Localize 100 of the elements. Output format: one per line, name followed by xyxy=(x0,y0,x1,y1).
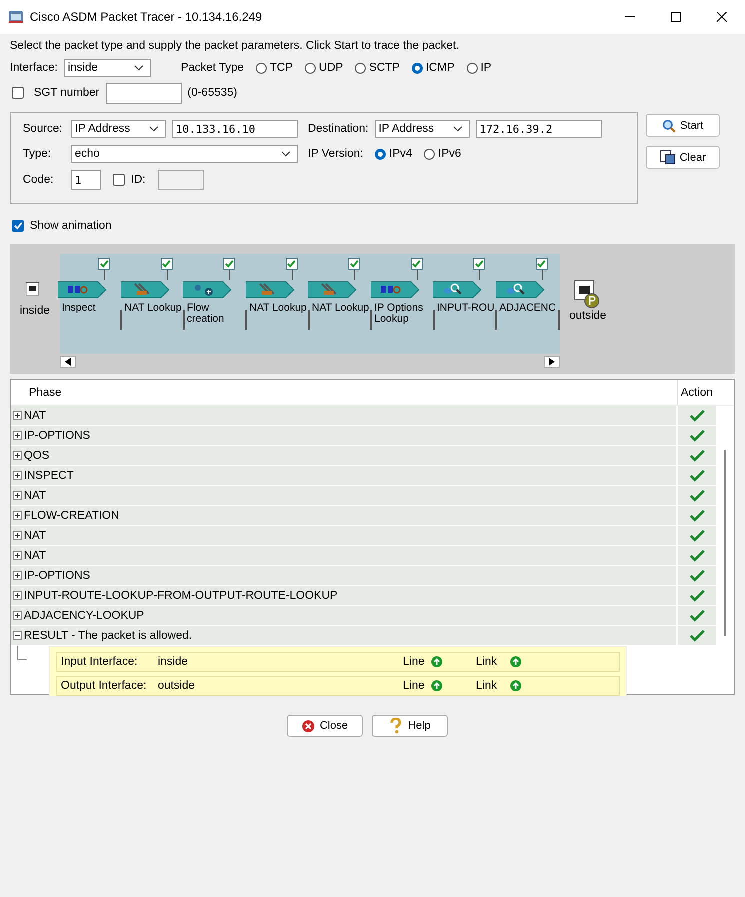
id-input-field[interactable] xyxy=(158,170,204,190)
radio-button[interactable] xyxy=(466,62,478,74)
close-icon xyxy=(717,12,727,22)
expand-icon[interactable] xyxy=(13,591,22,600)
stage-icon xyxy=(496,280,546,300)
phase-label: FLOW-CREATION xyxy=(24,510,120,522)
maximize-icon xyxy=(671,12,681,22)
stage-checkbox[interactable] xyxy=(286,258,298,270)
radio-label: IP xyxy=(480,62,492,74)
interface-dropdown[interactable]: inside xyxy=(64,59,151,77)
stage-checkbox[interactable] xyxy=(410,258,422,270)
link-label: Link xyxy=(476,656,498,668)
stage-label: NAT Lookup xyxy=(248,303,308,316)
field-label: Interface: xyxy=(10,62,58,74)
stage-label: NAT Lookup xyxy=(311,303,370,316)
phase-label: INPUT-ROUTE-LOOKUP-FROM-OUTPUT-ROUTE-LOOKUP xyxy=(24,590,338,602)
field-label: IP Version: xyxy=(308,148,364,160)
field-label: Code: xyxy=(23,174,55,186)
phase-label: NAT xyxy=(24,490,46,502)
phase-label: NAT xyxy=(24,410,46,422)
radio-button[interactable] xyxy=(305,62,316,74)
radio-label: IPv6 xyxy=(438,148,462,160)
column-header: Action xyxy=(680,386,714,398)
window-title: Cisco ASDM Packet Tracer - 10.134.16.249 xyxy=(30,10,264,24)
expand-icon[interactable] xyxy=(13,531,22,540)
dropdown-caret-icon xyxy=(452,126,463,132)
phase-label: IP-OPTIONS xyxy=(24,570,90,582)
destination-type-dropdown[interactable]: IP Address xyxy=(374,120,470,138)
phase-label: NAT xyxy=(24,530,46,542)
network-port-badge-icon xyxy=(574,280,602,310)
stage-label: ADJACENC xyxy=(498,303,558,316)
field-label: Type: xyxy=(23,148,52,160)
collapse-icon[interactable] xyxy=(13,631,22,640)
stage-icon xyxy=(433,280,483,300)
stage-checkbox[interactable] xyxy=(223,258,235,270)
scroll-right-button[interactable] xyxy=(544,356,560,368)
expand-icon[interactable] xyxy=(13,451,22,460)
expand-icon[interactable] xyxy=(13,511,22,520)
radio-label: UDP xyxy=(319,62,344,74)
column-header: Phase xyxy=(29,386,62,398)
stage-icon xyxy=(120,280,170,300)
stage-label: NAT Lookup xyxy=(124,303,183,316)
detail-label: Output Interface: xyxy=(61,680,148,692)
stage-checkbox[interactable] xyxy=(473,258,485,270)
checkbox[interactable] xyxy=(12,87,24,99)
stage-checkbox[interactable] xyxy=(98,258,110,270)
expand-icon[interactable] xyxy=(13,471,22,480)
stage-icon xyxy=(58,280,108,300)
phase-label: ADJACENCY-LOOKUP xyxy=(24,610,144,622)
stage-checkbox[interactable] xyxy=(536,258,548,270)
radio-label: SCTP xyxy=(369,62,400,74)
stage-icon xyxy=(246,280,296,300)
field-label: Destination: xyxy=(308,123,369,135)
phase-label: INSPECT xyxy=(24,470,74,482)
phase-label: NAT xyxy=(24,550,46,562)
help-button[interactable]: Help xyxy=(372,715,448,737)
checkbox[interactable] xyxy=(12,220,24,232)
radio-button[interactable] xyxy=(355,62,366,74)
field-label: ID: xyxy=(131,174,146,186)
field-label: SGT number xyxy=(34,87,100,99)
interface-label: outside xyxy=(569,310,607,322)
app-icon xyxy=(8,9,24,25)
radio-button[interactable] xyxy=(375,148,386,160)
clear-button[interactable]: Clear xyxy=(646,146,720,169)
range-hint: (0-65535) xyxy=(188,87,238,99)
dropdown-caret-icon xyxy=(149,126,159,132)
left-arrow-icon xyxy=(65,358,71,366)
checkbox[interactable] xyxy=(113,174,125,186)
detail-value: inside xyxy=(158,656,190,668)
tree-line xyxy=(17,646,29,662)
scroll-left-button[interactable] xyxy=(60,356,76,368)
expand-icon[interactable] xyxy=(13,551,22,560)
source-type-dropdown[interactable]: IP Address xyxy=(71,120,166,138)
radio-button[interactable] xyxy=(256,62,268,74)
type-dropdown[interactable]: echo xyxy=(71,145,298,163)
source-address-field[interactable]: 10.133.16.10 xyxy=(172,120,298,138)
stage-checkbox[interactable] xyxy=(348,258,360,270)
start-button[interactable]: Start xyxy=(646,114,720,137)
close-button[interactable]: Close xyxy=(287,715,363,737)
phase-label: RESULT - The packet is allowed. xyxy=(24,630,192,642)
code-input-field[interactable]: 1 xyxy=(71,170,101,190)
stage-label: INPUT-ROU xyxy=(436,303,496,316)
stage-checkbox[interactable] xyxy=(160,258,172,270)
dropdown-caret-icon xyxy=(134,65,144,71)
sgt-input-field[interactable] xyxy=(106,82,182,104)
search-icon xyxy=(662,118,676,132)
radio-button[interactable] xyxy=(424,148,436,160)
checkbox-label: Show animation xyxy=(30,220,112,232)
expand-icon[interactable] xyxy=(13,611,22,620)
expand-icon[interactable] xyxy=(13,411,22,420)
field-label: Packet Type xyxy=(180,62,244,74)
destination-address-field[interactable]: 172.16.39.2 xyxy=(476,120,602,138)
phase-label: IP-OPTIONS xyxy=(24,430,90,442)
radio-button[interactable] xyxy=(412,62,423,74)
expand-icon[interactable] xyxy=(13,571,22,580)
radio-label: ICMP xyxy=(426,62,455,74)
expand-icon[interactable] xyxy=(13,491,22,500)
expand-icon[interactable] xyxy=(13,431,22,440)
detail-value: outside xyxy=(158,680,196,692)
dropdown-caret-icon xyxy=(281,151,291,157)
